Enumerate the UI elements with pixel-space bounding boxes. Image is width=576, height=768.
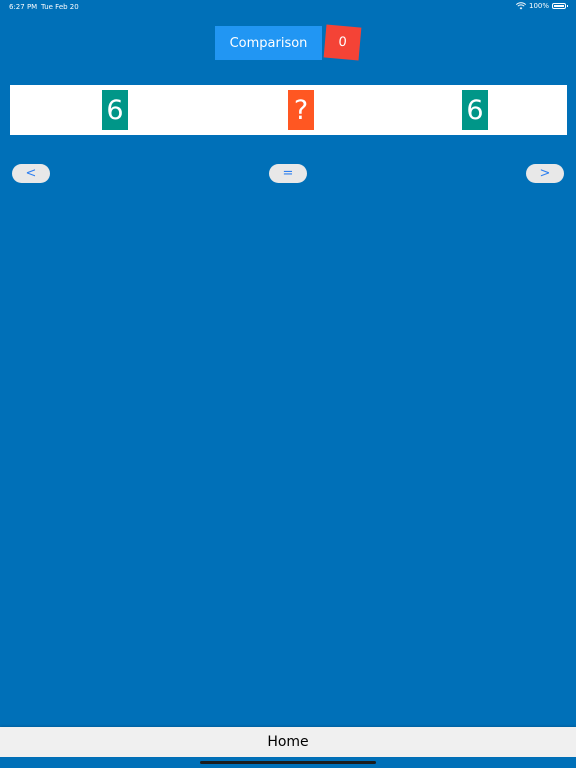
status-date: Tue Feb 20 (41, 3, 79, 11)
score-badge: 0 (323, 24, 362, 61)
left-number-card: 6 (102, 90, 128, 130)
less-than-button[interactable]: < (12, 164, 50, 183)
equal-button[interactable]: = (269, 164, 307, 183)
status-bar: 6:27 PM Tue Feb 20 100% (0, 0, 576, 14)
wifi-icon (515, 2, 526, 10)
title-button[interactable]: Comparison (215, 26, 322, 60)
status-time: 6:27 PM (9, 3, 38, 11)
battery-icon (552, 3, 568, 9)
comparison-panel: 6 ? 6 (10, 85, 567, 135)
right-number-card: 6 (462, 90, 488, 130)
home-button[interactable]: Home (0, 727, 576, 757)
status-indicators: 100% (515, 2, 568, 10)
greater-than-button[interactable]: > (526, 164, 564, 183)
battery-percent: 100% (528, 2, 549, 10)
home-indicator[interactable] (200, 761, 376, 764)
comparison-sign-card: ? (288, 90, 314, 130)
